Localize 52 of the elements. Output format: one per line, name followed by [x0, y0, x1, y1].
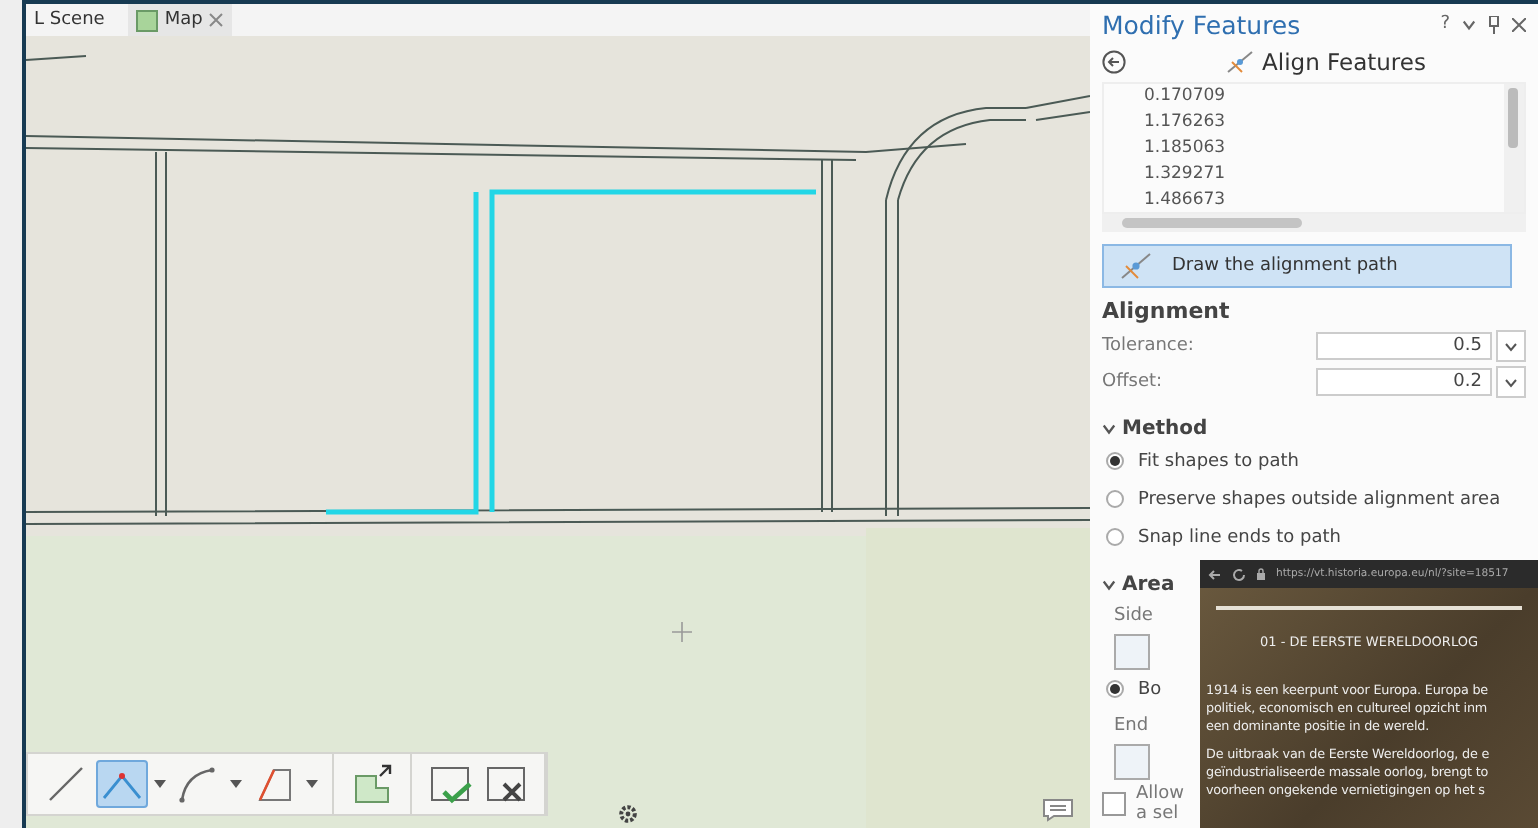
checkbox-label: a sel	[1136, 804, 1181, 824]
method-radio[interactable]: Snap line ends to path	[1102, 518, 1353, 556]
method-radio[interactable]: Fit shapes to path	[1102, 442, 1311, 480]
horizontal-scrollbar[interactable]	[1102, 214, 1526, 232]
map-icon	[136, 9, 159, 31]
chevron-icon[interactable]	[1102, 421, 1116, 435]
section-heading: Alignment	[1102, 298, 1232, 324]
dropdown-button[interactable]	[1496, 366, 1526, 398]
checkbox-label: Allow	[1136, 784, 1185, 804]
caret-icon[interactable]	[228, 778, 244, 790]
close-icon[interactable]	[1512, 17, 1526, 31]
chat-icon[interactable]	[1042, 798, 1074, 822]
value-list-item[interactable]: 1.185063	[1144, 136, 1504, 162]
help-button[interactable]: ?	[1440, 14, 1450, 34]
map-tab[interactable]: L Scene	[26, 4, 113, 36]
reload-icon[interactable]	[1232, 567, 1246, 581]
value-list-item[interactable]: 1.329271	[1144, 162, 1504, 188]
value-list-item[interactable]: 1.486673	[1144, 188, 1504, 212]
section-heading[interactable]: Method	[1122, 417, 1208, 439]
section-heading[interactable]: Area	[1122, 573, 1175, 595]
map-tab[interactable]: Map	[128, 4, 233, 36]
draw-path-button[interactable]: Draw the alignment path	[1102, 244, 1512, 288]
value-list-item[interactable]: 1.176263	[1144, 110, 1504, 136]
back-icon[interactable]	[1102, 50, 1126, 74]
field-label: Tolerance:	[1102, 336, 1196, 356]
caret-icon[interactable]	[304, 778, 320, 790]
back-icon[interactable]	[1208, 567, 1222, 581]
caret-icon[interactable]	[152, 778, 168, 790]
method-radio[interactable]: Preserve shapes outside alignment area	[1102, 480, 1513, 518]
lock-icon	[1256, 568, 1266, 580]
value-list-item[interactable]: 0.170709	[1144, 84, 1504, 110]
dropdown-button[interactable]	[1496, 330, 1526, 362]
crosshair-icon	[671, 621, 693, 643]
settings-icon[interactable]	[618, 804, 638, 824]
panel-title: Modify Features	[1102, 9, 1303, 39]
chevron-icon[interactable]	[1102, 577, 1116, 591]
field-label: End	[1112, 714, 1149, 740]
number-field[interactable]: 0.2	[1316, 368, 1492, 396]
pin-icon[interactable]	[1488, 15, 1500, 33]
tool-title: Align Features	[1262, 48, 1426, 76]
align-icon	[1120, 252, 1152, 280]
chevron-icon[interactable]	[1462, 17, 1476, 31]
side-radio[interactable]: Bo	[1102, 670, 1174, 708]
number-field[interactable]: 0.5	[1316, 332, 1492, 360]
field-label: Offset:	[1102, 372, 1165, 392]
checkbox[interactable]	[1102, 792, 1126, 816]
vertical-scrollbar[interactable]	[1504, 84, 1524, 212]
caret-icon[interactable]	[1504, 341, 1518, 351]
field-label: Side	[1112, 604, 1153, 630]
align-icon	[1226, 50, 1255, 74]
close-icon[interactable]	[208, 12, 225, 28]
caret-icon[interactable]	[1504, 377, 1518, 387]
